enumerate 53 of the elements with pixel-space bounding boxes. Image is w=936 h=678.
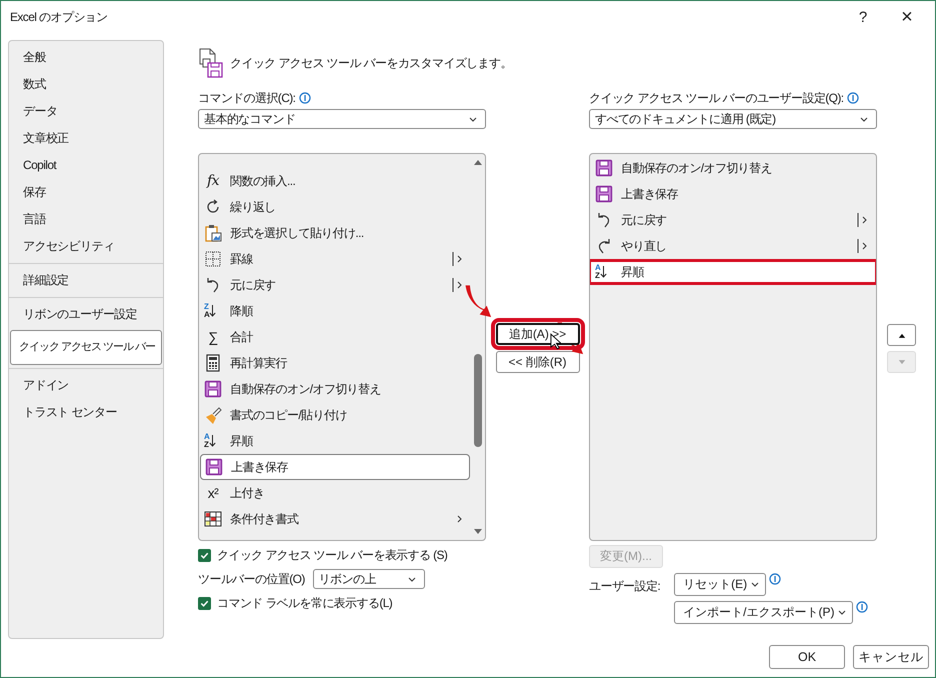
sidebar-item[interactable]: トラスト センター xyxy=(10,399,162,426)
command-item[interactable]: 再計算実行 xyxy=(200,350,470,376)
sidebar-item[interactable]: 全般 xyxy=(10,44,162,71)
sidebar-item[interactable]: 文章校正 xyxy=(10,125,162,152)
sidebar-item[interactable]: クイック アクセス ツール バー xyxy=(10,330,162,365)
sidebar-item[interactable]: 詳細設定 xyxy=(10,267,162,294)
cancel-button[interactable]: キャンセル xyxy=(853,645,929,669)
sidebar-item[interactable]: Copilot xyxy=(10,152,162,179)
toolbar-command-item[interactable]: 元に戻す xyxy=(591,207,875,233)
sidebar-item[interactable]: データ xyxy=(10,98,162,125)
command-item[interactable]: fx 関数の挿入... xyxy=(200,168,470,194)
toolbar-command-item[interactable]: 上書き保存 xyxy=(591,181,875,207)
command-item[interactable]: 形式を選択して貼り付け... xyxy=(200,220,470,246)
command-item[interactable]: x² 上付き xyxy=(200,480,470,506)
field-label: ツールバーの位置(O) xyxy=(198,570,305,588)
window-title: Excel のオプション xyxy=(10,8,108,26)
command-item[interactable]: 自動保存のオン/オフ切り替え xyxy=(200,376,470,402)
symbol-icon: fx xyxy=(204,173,222,189)
toolbar-command-item[interactable]: AZ 昇順 xyxy=(590,259,876,285)
field-label: コマンドの選択(C): xyxy=(198,90,296,106)
checkbox-label: クイック アクセス ツール バーを表示する (S) xyxy=(217,547,448,564)
symbol-icon: ∑ xyxy=(204,329,222,345)
field-label: ユーザー設定: xyxy=(589,578,660,595)
sidebar-item[interactable]: アドイン xyxy=(10,372,162,399)
command-item[interactable]: ZA 降順 xyxy=(200,298,470,324)
command-item[interactable]: ∑ 合計 xyxy=(200,324,470,350)
remove-button[interactable]: << 削除(R) xyxy=(496,351,580,373)
command-item[interactable]: 元に戻す xyxy=(200,272,470,298)
command-item[interactable]: 条件付き書式 xyxy=(200,506,470,532)
section-heading: クイック アクセス ツール バーをカスタマイズします。 xyxy=(230,54,512,72)
sidebar-item[interactable]: 言語 xyxy=(10,206,162,233)
toolbar-command-item[interactable]: やり直し xyxy=(591,233,875,259)
import-export-button[interactable]: インポート/エクスポート(P) xyxy=(674,601,854,624)
reset-button[interactable]: リセット(E) xyxy=(674,573,766,596)
symbol-icon: x² xyxy=(204,485,222,501)
help-button[interactable]: ? xyxy=(841,1,885,33)
sidebar-item[interactable]: 数式 xyxy=(10,71,162,98)
sidebar-item[interactable]: 保存 xyxy=(10,179,162,206)
close-button[interactable]: × xyxy=(885,1,929,33)
command-item[interactable]: 書式のコピー/貼り付け xyxy=(200,402,470,428)
scope-dropdown[interactable]: すべてのドキュメントに適用 (既定) xyxy=(589,109,877,129)
command-item[interactable]: 上書き保存 xyxy=(200,454,470,480)
ok-button[interactable]: OK xyxy=(769,645,845,669)
command-item[interactable]: AZ 昇順 xyxy=(200,428,470,454)
command-item[interactable]: 罫線 xyxy=(200,246,470,272)
sidebar-item[interactable]: アクセシビリティ xyxy=(10,233,162,260)
checkbox-label: コマンド ラベルを常に表示する(L) xyxy=(217,595,392,612)
toolbar-command-item[interactable]: 自動保存のオン/オフ切り替え xyxy=(591,155,875,181)
command-item[interactable]: 繰り返し xyxy=(200,194,470,220)
command-dropdown[interactable]: 基本的なコマンド xyxy=(198,109,486,129)
field-label: クイック アクセス ツール バーのユーザー設定(Q): xyxy=(589,90,844,106)
position-dropdown[interactable]: リボンの上 xyxy=(312,569,425,589)
sidebar-item[interactable]: リボンのユーザー設定 xyxy=(10,301,162,328)
